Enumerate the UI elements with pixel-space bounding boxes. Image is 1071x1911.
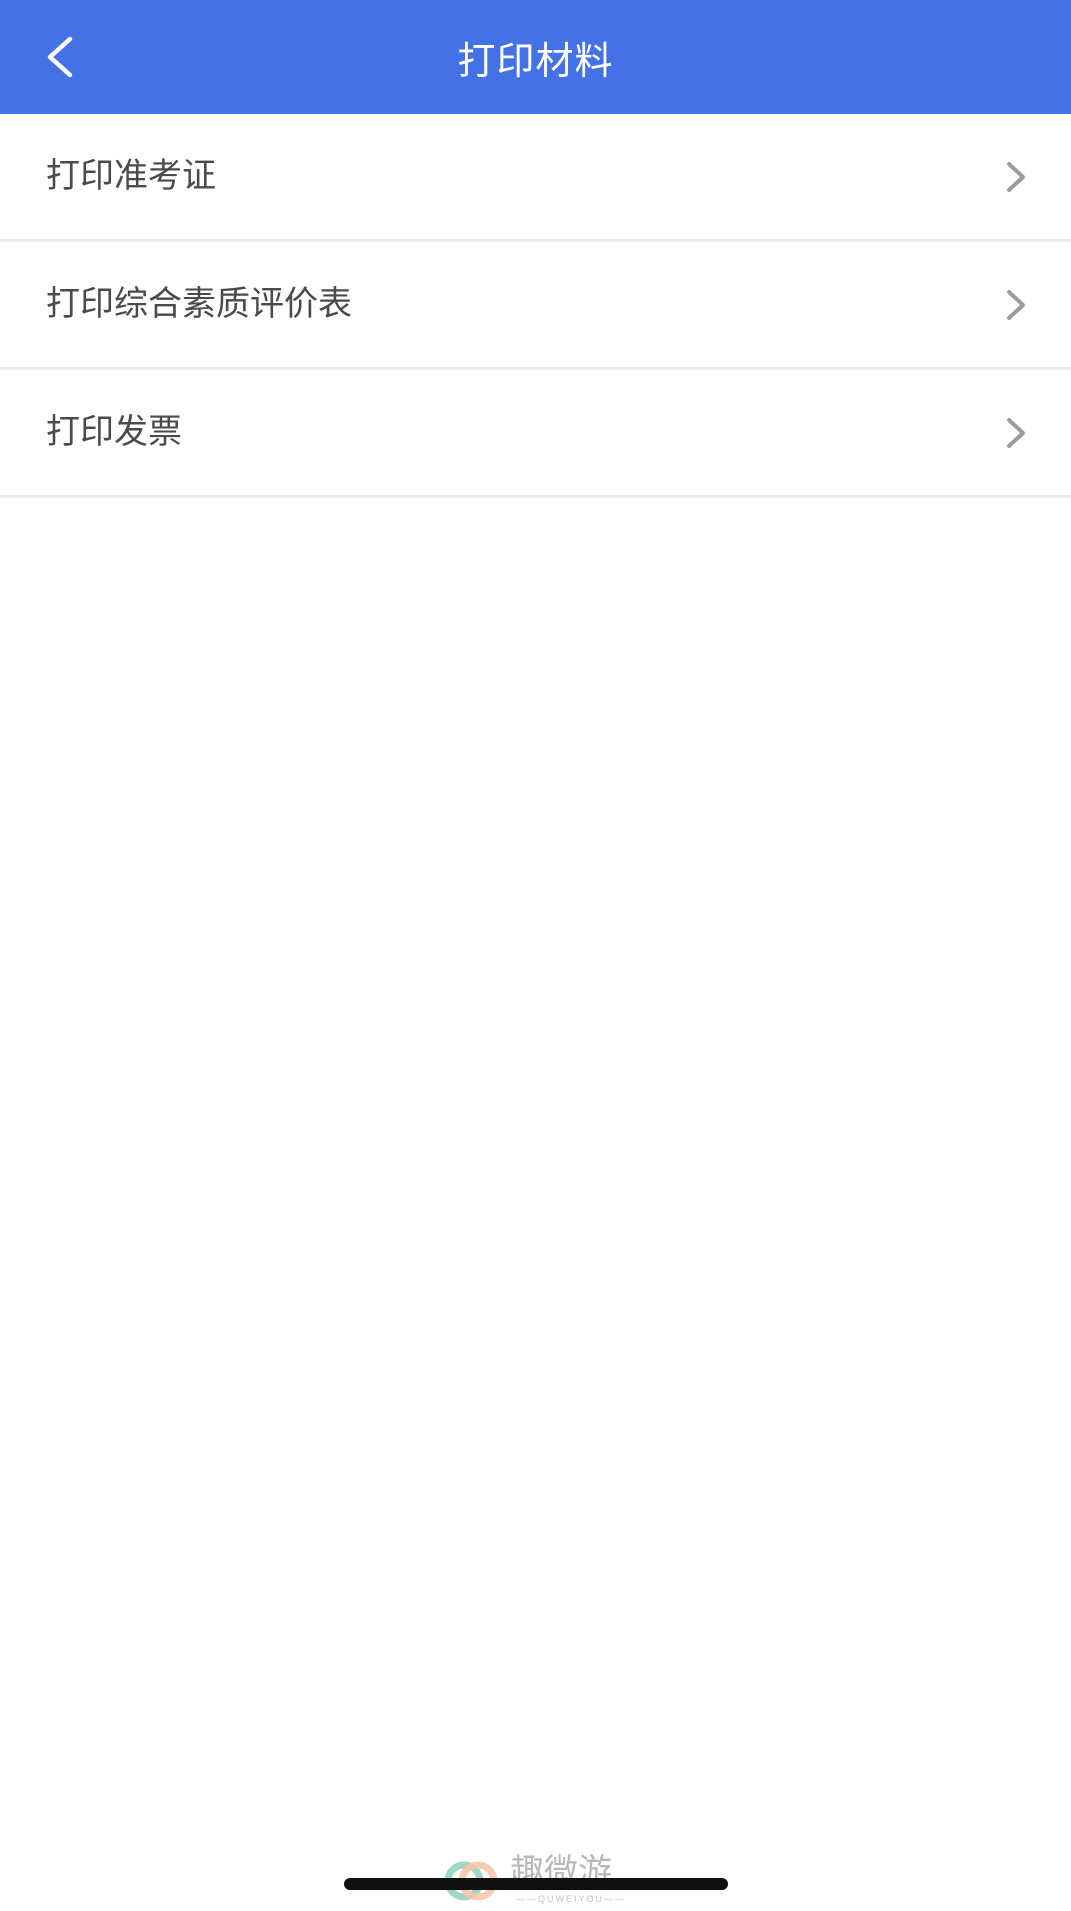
chevron-right-icon	[1007, 418, 1025, 448]
navigation-bar: 打印材料	[0, 0, 1071, 114]
chevron-left-icon	[47, 36, 73, 78]
chevron-right-icon	[1007, 290, 1025, 320]
page-title: 打印材料	[457, 39, 614, 83]
chevron-right-icon	[1007, 162, 1025, 192]
menu-list: 打印准考证 打印综合素质评价表 打印发票	[0, 114, 1071, 498]
menu-item-label: 打印发票	[46, 412, 182, 452]
menu-item-quality-evaluation[interactable]: 打印综合素质评价表	[0, 242, 1071, 370]
watermark-subtext: ——QUWEIYOU——	[516, 1894, 627, 1904]
menu-item-label: 打印准考证	[46, 156, 216, 196]
back-button[interactable]	[24, 22, 94, 92]
app-screen: 打印材料 打印准考证 打印综合素质评价表 打印发票 趣微游 ——QUWEIYOU…	[0, 0, 1071, 1911]
home-indicator[interactable]	[344, 1878, 728, 1890]
menu-item-invoice[interactable]: 打印发票	[0, 370, 1071, 498]
menu-item-label: 打印综合素质评价表	[46, 284, 352, 324]
menu-item-admission-ticket[interactable]: 打印准考证	[0, 114, 1071, 242]
